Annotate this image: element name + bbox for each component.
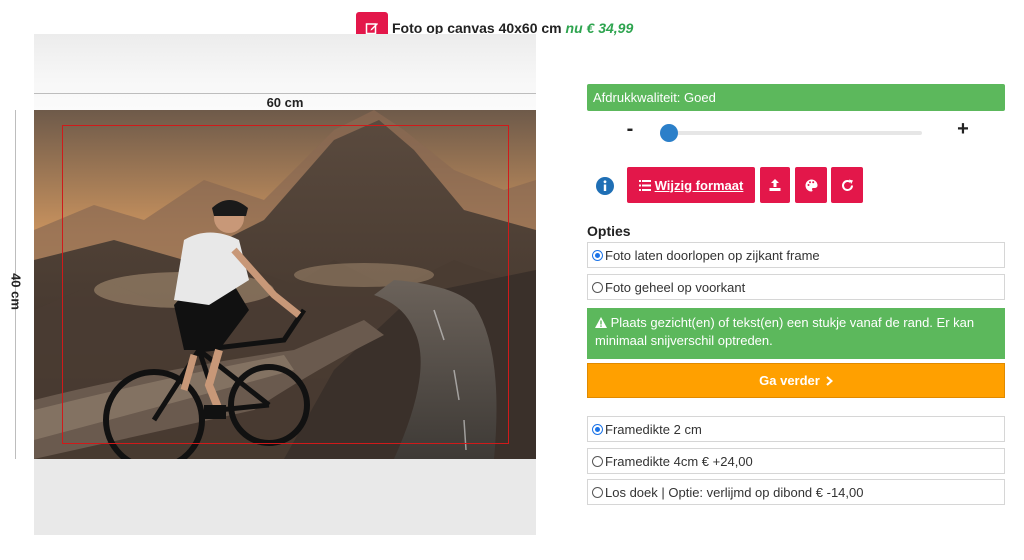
option-front-only-label: Foto geheel op voorkant	[605, 279, 746, 295]
palette-icon	[805, 179, 817, 191]
width-dimension-label: 60 cm	[266, 95, 304, 110]
width-dimension-line	[34, 93, 536, 94]
option-wrap-side[interactable]: Foto laten doorlopen op zijkant frame	[587, 242, 1005, 268]
warning-message: Plaats gezicht(en) of tekst(en) een stuk…	[587, 308, 1005, 359]
edit-icon	[365, 23, 378, 35]
change-format-button[interactable]: Wijzig formaat	[627, 167, 755, 203]
radio-frame-4cm[interactable]	[592, 455, 603, 467]
radio-wrap-side[interactable]	[592, 249, 603, 261]
radio-frame-2cm[interactable]	[592, 423, 603, 435]
radio-loose-canvas[interactable]	[592, 486, 603, 498]
list-icon	[638, 179, 651, 191]
radio-front-only[interactable]	[592, 281, 603, 293]
option-frame-2cm-label: Framedikte 2 cm	[605, 421, 702, 437]
option-frame-4cm[interactable]: Framedikte 4cm € +24,00	[587, 448, 1005, 474]
option-frame-2cm[interactable]: Framedikte 2 cm	[587, 416, 1005, 442]
continue-button[interactable]: Ga verder	[587, 363, 1005, 398]
warning-icon	[595, 317, 607, 328]
warning-text: Plaats gezicht(en) of tekst(en) een stuk…	[595, 315, 975, 348]
option-wrap-side-label: Foto laten doorlopen op zijkant frame	[605, 247, 820, 263]
zoom-slider-handle[interactable]	[660, 124, 678, 142]
change-format-label: Wijzig formaat	[654, 177, 744, 193]
product-price: nu € 34,99	[565, 20, 634, 36]
rotate-icon	[841, 179, 853, 191]
rotate-button[interactable]	[831, 167, 863, 203]
option-loose-canvas[interactable]: Los doek | Optie: verlijmd op dibond € -…	[587, 479, 1005, 505]
height-dimension-label: 40 cm	[8, 273, 24, 310]
upload-icon	[769, 179, 781, 191]
filter-button[interactable]	[795, 167, 827, 203]
zoom-in-button[interactable]: +	[955, 118, 971, 141]
continue-label: Ga verder	[759, 373, 820, 388]
options-heading: Opties	[587, 223, 631, 239]
zoom-slider-track[interactable]	[660, 131, 922, 135]
option-frame-4cm-label: Framedikte 4cm € +24,00	[605, 453, 753, 469]
zoom-out-button[interactable]: -	[622, 118, 638, 141]
info-icon[interactable]	[595, 176, 615, 196]
option-front-only[interactable]: Foto geheel op voorkant	[587, 274, 1005, 300]
print-quality-bar: Afdrukkwaliteit: Goed	[587, 84, 1005, 111]
crop-safe-frame	[62, 125, 509, 444]
chevron-right-icon	[826, 375, 833, 386]
option-loose-canvas-label: Los doek | Optie: verlijmd op dibond € -…	[605, 484, 864, 500]
preview-wall-bottom	[34, 459, 536, 535]
upload-button[interactable]	[760, 167, 790, 203]
